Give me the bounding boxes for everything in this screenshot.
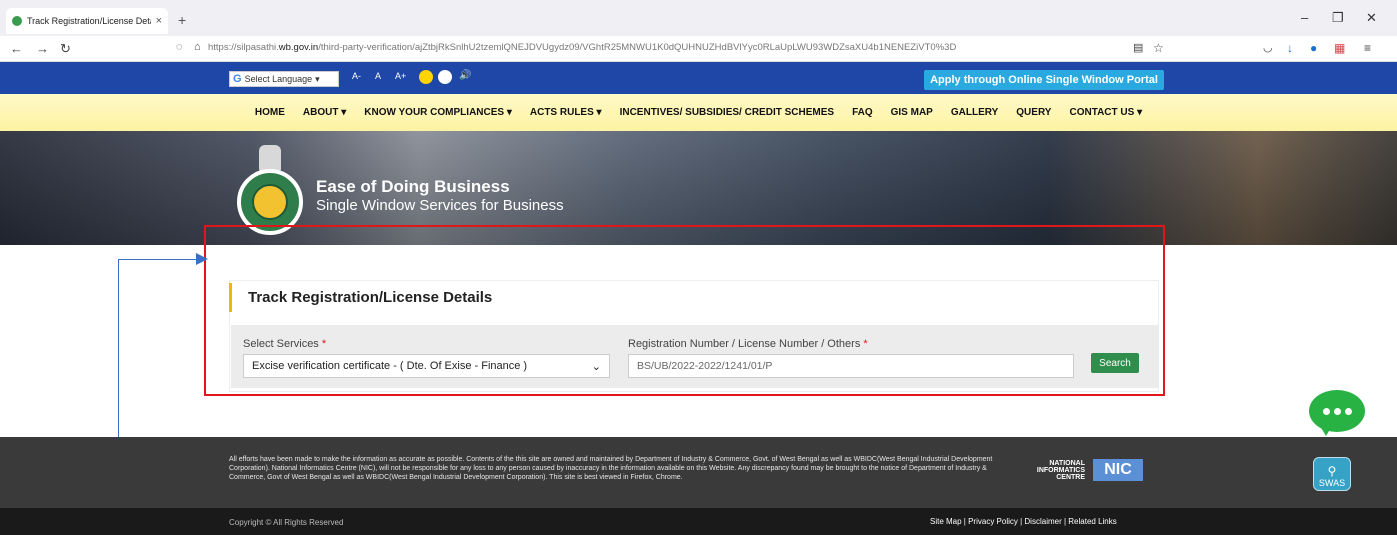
back-icon[interactable]: ← [10, 41, 23, 56]
contrast-white-button[interactable] [438, 70, 452, 84]
browser-tab[interactable]: Track Registration/License Deta × [6, 8, 168, 34]
forward-icon[interactable]: → [36, 41, 49, 56]
url-prefix: https://silpasathi. [208, 42, 279, 53]
menu-item-acts-rules[interactable]: ACTS RULES ▾ [530, 107, 602, 118]
banner-title: Ease of Doing Business [316, 177, 510, 196]
menu-item-faq[interactable]: FAQ [852, 107, 873, 118]
main-menu: HOME ABOUT ▾ KNOW YOUR COMPLIANCES ▾ ACT… [0, 94, 1397, 131]
shield-icon[interactable]: ◌ [176, 41, 183, 53]
swas-button[interactable]: ⚲ SWAS [1313, 457, 1351, 491]
contrast-yellow-button[interactable] [419, 70, 433, 84]
chat-bubble-button[interactable] [1309, 390, 1365, 432]
apply-online-button[interactable]: Apply through Online Single Window Porta… [924, 70, 1164, 90]
menu-item-about[interactable]: ABOUT ▾ [303, 107, 346, 118]
menu-item-gallery[interactable]: GALLERY [951, 107, 998, 118]
font-normal-button[interactable]: A [375, 71, 381, 81]
banner-subtitle: Single Window Services for Business [316, 197, 564, 214]
star-icon[interactable]: ☆ [1153, 41, 1164, 55]
minimize-icon[interactable]: – [1301, 10, 1308, 25]
font-increase-button[interactable]: A+ [395, 71, 406, 81]
font-decrease-button[interactable]: A- [352, 71, 361, 81]
reader-icon[interactable]: ▤ [1133, 41, 1143, 54]
copyright-bar [0, 508, 1397, 535]
window-close-icon[interactable]: ✕ [1366, 10, 1377, 26]
lock-icon[interactable]: ⌂ [194, 41, 201, 53]
chat-dot-icon [1344, 407, 1352, 415]
site-favicon-icon [12, 16, 22, 26]
download-icon[interactable]: ↓ [1287, 41, 1293, 55]
swas-icon: ⚲ [1327, 464, 1337, 478]
menu-item-compliances[interactable]: KNOW YOUR COMPLIANCES ▾ [364, 107, 512, 118]
nic-logo[interactable]: NIC [1093, 459, 1143, 481]
menu-item-contact[interactable]: CONTACT US ▾ [1069, 107, 1142, 118]
google-icon: G [233, 73, 242, 85]
menu-icon[interactable]: ≡ [1364, 41, 1371, 55]
chat-dot-icon [1333, 407, 1341, 415]
nic-text-logo: NATIONAL INFORMATICS CENTRE [1036, 460, 1085, 481]
accessibility-strip: G Select Language ▾ A- A A+ 🔊 Apply thro… [0, 62, 1397, 94]
menu-item-incentives[interactable]: INCENTIVES/ SUBSIDIES/ CREDIT SCHEMES [620, 107, 834, 118]
chat-tail-icon [1320, 426, 1332, 436]
chat-dot-icon [1322, 407, 1330, 415]
language-select[interactable]: G Select Language ▾ [229, 71, 339, 87]
menu-item-home[interactable]: HOME [255, 107, 285, 118]
tab-close-icon[interactable]: × [156, 15, 162, 27]
url-path: /third-party-verification/ajZtbjRkSnlhU2… [318, 42, 957, 53]
reload-icon[interactable]: ↻ [60, 41, 71, 57]
copyright-text: Copyright © All Rights Reserved [229, 518, 344, 527]
menu-item-query[interactable]: QUERY [1016, 107, 1051, 118]
speaker-icon[interactable]: 🔊 [459, 70, 471, 81]
state-emblem-icon [259, 145, 281, 171]
browser-tab-bar: Track Registration/License Deta × + – ❐ … [0, 0, 1397, 36]
new-tab-button[interactable]: + [178, 12, 186, 28]
address-bar[interactable]: https://silpasathi.wb.gov.in/third-party… [208, 42, 956, 53]
seal-inner-icon [252, 184, 288, 220]
addon-icon[interactable]: ▦ [1334, 41, 1345, 55]
pocket-icon[interactable]: ◡ [1263, 41, 1273, 54]
browser-nav-bar: ← → ↻ ◌ ⌂ https://silpasathi.wb.gov.in/t… [0, 36, 1397, 62]
restore-icon[interactable]: ❐ [1332, 10, 1344, 26]
chevron-down-icon: ▾ [315, 73, 320, 84]
tab-title: Track Registration/License Deta [27, 16, 151, 26]
swas-label: SWAS [1318, 478, 1346, 488]
annotation-arrowhead-icon [196, 253, 208, 265]
url-domain: wb.gov.in [278, 42, 319, 53]
footer-disclaimer: All efforts have been made to make the i… [229, 456, 993, 481]
highlight-box [204, 225, 1165, 396]
annotation-arrow-line [118, 259, 204, 260]
language-label: Select Language [244, 74, 313, 84]
extension-icon[interactable]: ● [1310, 41, 1317, 55]
footer-links[interactable]: Site Map | Privacy Policy | Disclaimer |… [930, 517, 1117, 526]
menu-item-gis-map[interactable]: GIS MAP [891, 107, 933, 118]
